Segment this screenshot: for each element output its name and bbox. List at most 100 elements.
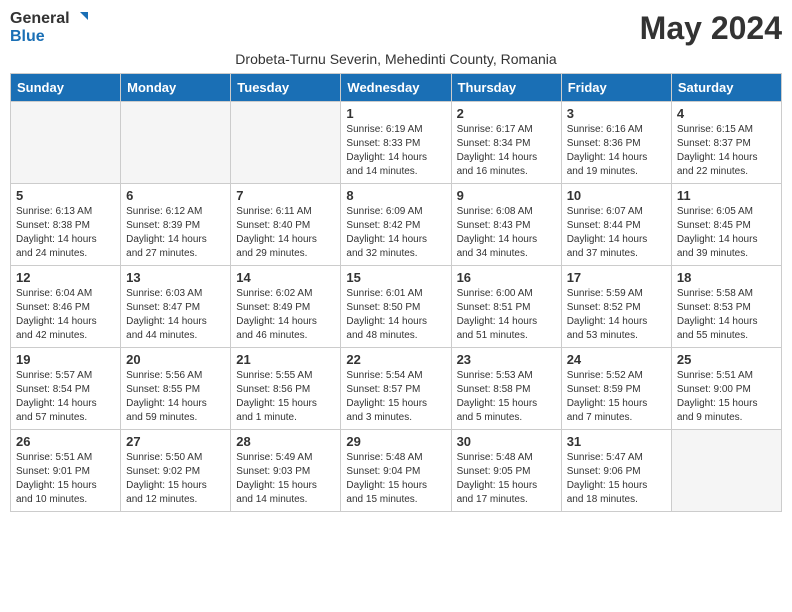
calendar-day-cell: [671, 430, 781, 512]
calendar-day-cell: 12Sunrise: 6:04 AMSunset: 8:46 PMDayligh…: [11, 266, 121, 348]
day-detail: Sunrise: 5:50 AMSunset: 9:02 PMDaylight:…: [126, 451, 225, 507]
day-detail: Sunrise: 6:17 AMSunset: 8:34 PMDaylight:…: [457, 123, 556, 179]
calendar-day-cell: 19 Sunrise: 5:57 AMSunset: 8:54 PMDayligh…: [11, 348, 121, 430]
calendar-day-cell: 28Sunrise: 5:49 AMSunset: 9:03 PMDayligh…: [231, 430, 341, 512]
calendar-day-cell: 10 Sunrise: 6:07 AMSunset: 8:44 PMDayligh…: [561, 184, 671, 266]
day-detail: Sunrise: 5:48 AMSunset: 9:05 PMDaylight:…: [457, 451, 556, 507]
day-number: 23: [457, 352, 556, 367]
calendar-day-header: Friday: [561, 74, 671, 102]
day-number: 27: [126, 434, 225, 449]
day-detail: Sunrise: 5:51 AMSunset: 9:01 PMDaylight:…: [16, 451, 115, 507]
calendar-day-cell: 14 Sunrise: 6:02 AMSunset: 8:49 PMDayligh…: [231, 266, 341, 348]
day-number: 30: [457, 434, 556, 449]
day-number: 14: [236, 270, 335, 285]
calendar-day-cell: [11, 102, 121, 184]
day-detail: Sunrise: 6:07 AMSunset: 8:44 PMDaylight:…: [567, 205, 666, 261]
day-detail: Sunrise: 6:19 AMSunset: 8:33 PMDaylight:…: [346, 123, 445, 179]
calendar-day-cell: 24Sunrise: 5:52 AMSunset: 8:59 PMDayligh…: [561, 348, 671, 430]
day-number: 5: [16, 188, 115, 203]
day-detail: Sunrise: 6:15 AMSunset: 8:37 PMDaylight:…: [677, 123, 776, 179]
day-number: 29: [346, 434, 445, 449]
calendar-day-header: Tuesday: [231, 74, 341, 102]
page-header: General Blue May 2024: [10, 10, 782, 47]
day-number: 16: [457, 270, 556, 285]
calendar-day-header: Thursday: [451, 74, 561, 102]
day-number: 31: [567, 434, 666, 449]
day-number: 2: [457, 106, 556, 121]
day-number: 15: [346, 270, 445, 285]
calendar-day-cell: 25Sunrise: 5:51 AMSunset: 9:00 PMDayligh…: [671, 348, 781, 430]
calendar-day-header: Saturday: [671, 74, 781, 102]
day-detail: Sunrise: 6:02 AMSunset: 8:49 PMDaylight:…: [236, 287, 335, 343]
day-detail: Sunrise: 5:57 AMSunset: 8:54 PMDaylight:…: [16, 369, 115, 425]
calendar-day-cell: 31 Sunrise: 5:47 AMSunset: 9:06 PMDayligh…: [561, 430, 671, 512]
day-detail: Sunrise: 6:13 AMSunset: 8:38 PMDaylight:…: [16, 205, 115, 261]
calendar-day-header: Monday: [121, 74, 231, 102]
calendar-week-row: 19 Sunrise: 5:57 AMSunset: 8:54 PMDayligh…: [11, 348, 782, 430]
calendar-day-cell: 7 Sunrise: 6:11 AMSunset: 8:40 PMDaylight…: [231, 184, 341, 266]
day-number: 7: [236, 188, 335, 203]
day-detail: Sunrise: 6:08 AMSunset: 8:43 PMDaylight:…: [457, 205, 556, 261]
day-detail: Sunrise: 5:54 AMSunset: 8:57 PMDaylight:…: [346, 369, 445, 425]
calendar-day-cell: 23 Sunrise: 5:53 AMSunset: 8:58 PMDayligh…: [451, 348, 561, 430]
day-number: 21: [236, 352, 335, 367]
day-number: 6: [126, 188, 225, 203]
calendar-day-cell: [231, 102, 341, 184]
day-detail: Sunrise: 5:56 AMSunset: 8:55 PMDaylight:…: [126, 369, 225, 425]
logo-blue: Blue: [10, 28, 45, 45]
day-number: 1: [346, 106, 445, 121]
calendar-week-row: 5 Sunrise: 6:13 AMSunset: 8:38 PMDaylight…: [11, 184, 782, 266]
calendar-day-cell: 18Sunrise: 5:58 AMSunset: 8:53 PMDayligh…: [671, 266, 781, 348]
calendar-day-cell: 4 Sunrise: 6:15 AMSunset: 8:37 PMDaylight…: [671, 102, 781, 184]
calendar-day-cell: 22 Sunrise: 5:54 AMSunset: 8:57 PMDayligh…: [341, 348, 451, 430]
day-number: 9: [457, 188, 556, 203]
calendar-day-cell: 27 Sunrise: 5:50 AMSunset: 9:02 PMDayligh…: [121, 430, 231, 512]
calendar-day-cell: 29 Sunrise: 5:48 AMSunset: 9:04 PMDayligh…: [341, 430, 451, 512]
calendar-table: SundayMondayTuesdayWednesdayThursdayFrid…: [10, 73, 782, 512]
calendar-week-row: 12Sunrise: 6:04 AMSunset: 8:46 PMDayligh…: [11, 266, 782, 348]
day-detail: Sunrise: 5:47 AMSunset: 9:06 PMDaylight:…: [567, 451, 666, 507]
day-number: 4: [677, 106, 776, 121]
logo: General Blue: [10, 10, 88, 46]
day-detail: Sunrise: 6:00 AMSunset: 8:51 PMDaylight:…: [457, 287, 556, 343]
calendar-day-cell: 26 Sunrise: 5:51 AMSunset: 9:01 PMDayligh…: [11, 430, 121, 512]
calendar-day-cell: 5 Sunrise: 6:13 AMSunset: 8:38 PMDaylight…: [11, 184, 121, 266]
day-number: 19: [16, 352, 115, 367]
calendar-week-row: 1 Sunrise: 6:19 AMSunset: 8:33 PMDaylight…: [11, 102, 782, 184]
day-detail: Sunrise: 6:12 AMSunset: 8:39 PMDaylight:…: [126, 205, 225, 261]
calendar-day-cell: 17Sunrise: 5:59 AMSunset: 8:52 PMDayligh…: [561, 266, 671, 348]
day-detail: Sunrise: 5:55 AMSunset: 8:56 PMDaylight:…: [236, 369, 335, 425]
logo-bird-icon: [70, 10, 88, 28]
day-detail: Sunrise: 6:11 AMSunset: 8:40 PMDaylight:…: [236, 205, 335, 261]
logo-general: General: [10, 10, 70, 28]
logo-container: General Blue: [10, 10, 88, 46]
calendar-day-header: Sunday: [11, 74, 121, 102]
calendar-day-cell: 13Sunrise: 6:03 AMSunset: 8:47 PMDayligh…: [121, 266, 231, 348]
month-year-title: May 2024: [640, 10, 782, 47]
day-detail: Sunrise: 6:05 AMSunset: 8:45 PMDaylight:…: [677, 205, 776, 261]
day-number: 13: [126, 270, 225, 285]
calendar-day-cell: 8Sunrise: 6:09 AMSunset: 8:42 PMDaylight…: [341, 184, 451, 266]
calendar-day-cell: 6 Sunrise: 6:12 AMSunset: 8:39 PMDaylight…: [121, 184, 231, 266]
day-detail: Sunrise: 6:01 AMSunset: 8:50 PMDaylight:…: [346, 287, 445, 343]
day-number: 24: [567, 352, 666, 367]
day-detail: Sunrise: 5:48 AMSunset: 9:04 PMDaylight:…: [346, 451, 445, 507]
calendar-day-cell: 15 Sunrise: 6:01 AMSunset: 8:50 PMDayligh…: [341, 266, 451, 348]
calendar-week-row: 26 Sunrise: 5:51 AMSunset: 9:01 PMDayligh…: [11, 430, 782, 512]
calendar-day-cell: [121, 102, 231, 184]
day-detail: Sunrise: 5:53 AMSunset: 8:58 PMDaylight:…: [457, 369, 556, 425]
day-detail: Sunrise: 5:49 AMSunset: 9:03 PMDaylight:…: [236, 451, 335, 507]
day-number: 11: [677, 188, 776, 203]
day-number: 22: [346, 352, 445, 367]
day-detail: Sunrise: 5:59 AMSunset: 8:52 PMDaylight:…: [567, 287, 666, 343]
calendar-day-cell: 30 Sunrise: 5:48 AMSunset: 9:05 PMDayligh…: [451, 430, 561, 512]
calendar-day-cell: 21 Sunrise: 5:55 AMSunset: 8:56 PMDayligh…: [231, 348, 341, 430]
calendar-day-cell: 3Sunrise: 6:16 AMSunset: 8:36 PMDaylight…: [561, 102, 671, 184]
day-detail: Sunrise: 6:09 AMSunset: 8:42 PMDaylight:…: [346, 205, 445, 261]
calendar-day-cell: 2 Sunrise: 6:17 AMSunset: 8:34 PMDaylight…: [451, 102, 561, 184]
day-number: 26: [16, 434, 115, 449]
day-number: 3: [567, 106, 666, 121]
day-number: 10: [567, 188, 666, 203]
day-detail: Sunrise: 5:58 AMSunset: 8:53 PMDaylight:…: [677, 287, 776, 343]
calendar-day-cell: 1 Sunrise: 6:19 AMSunset: 8:33 PMDaylight…: [341, 102, 451, 184]
